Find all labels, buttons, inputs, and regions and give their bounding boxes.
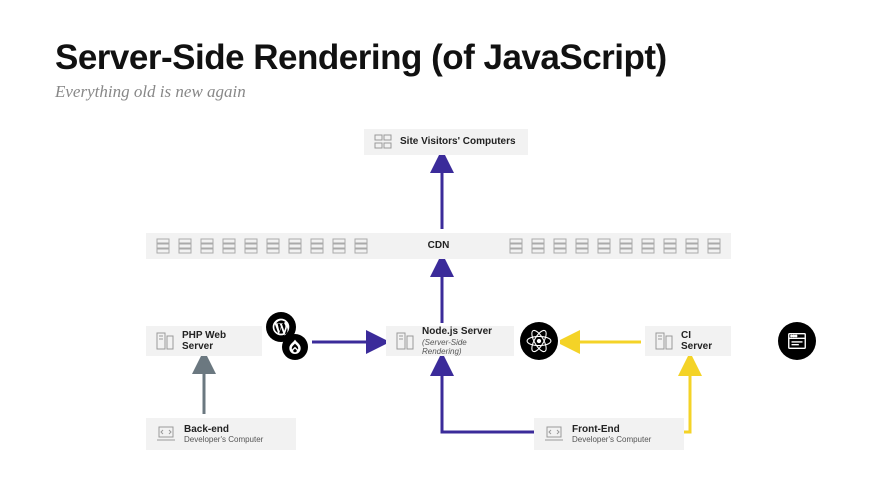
server-rack-icon [310, 238, 324, 254]
server-rack-icon [707, 238, 721, 254]
server-rack-icon [266, 238, 280, 254]
node-label: PHP Web Server [182, 330, 252, 353]
server-rack-icon [553, 238, 567, 254]
node-nodejs-server: Node.js Server (Server-Side Rendering) [386, 326, 514, 356]
server-icon [156, 332, 174, 350]
server-rack-icon [244, 238, 258, 254]
server-rack-icon [156, 238, 170, 254]
arrow-ci-to-node [560, 330, 645, 354]
node-label: Front-End Developer's Computer [572, 424, 651, 445]
node-label: Node.js Server (Server-Side Rendering) [422, 326, 504, 356]
computers-icon [374, 134, 392, 150]
node-label: Site Visitors' Computers [400, 136, 516, 148]
server-rack-icon [641, 238, 655, 254]
node-site-visitors: Site Visitors' Computers [364, 129, 528, 155]
node-backend-dev: Back-end Developer's Computer [146, 418, 296, 450]
server-rack-icon [222, 238, 236, 254]
page-title: Server-Side Rendering (of JavaScript) [55, 38, 667, 78]
node-ci-server: CI Server [645, 326, 731, 356]
server-rack-icon [685, 238, 699, 254]
node-label: Back-end Developer's Computer [184, 424, 263, 445]
server-rack-icon [531, 238, 545, 254]
drupal-icon [282, 334, 308, 360]
server-rack-icon [509, 238, 523, 254]
node-frontend-dev: Front-End Developer's Computer [534, 418, 684, 450]
node-php-server: PHP Web Server [146, 326, 262, 356]
server-rack-icon [597, 238, 611, 254]
node-label: CI Server [681, 330, 721, 353]
server-rack-icon [200, 238, 214, 254]
website-icon [778, 322, 816, 360]
arrow-cdn-to-visitors [430, 155, 454, 233]
server-rack-icon [332, 238, 346, 254]
server-icon [655, 332, 673, 350]
page-subtitle: Everything old is new again [55, 82, 246, 102]
arrow-node-to-cdn [430, 259, 454, 327]
node-label: CDN [428, 240, 450, 252]
react-icon [520, 322, 558, 360]
code-laptop-icon [156, 426, 176, 442]
server-rack-icon [354, 238, 368, 254]
server-icon [396, 332, 414, 350]
code-laptop-icon [544, 426, 564, 442]
server-rack-icon [575, 238, 589, 254]
node-cdn: CDN [146, 233, 731, 259]
server-rack-icon [288, 238, 302, 254]
server-rack-icon [663, 238, 677, 254]
arrow-php-to-node [308, 330, 386, 354]
server-rack-icon [178, 238, 192, 254]
arrow-backend-to-php [192, 356, 216, 418]
server-rack-icon [619, 238, 633, 254]
